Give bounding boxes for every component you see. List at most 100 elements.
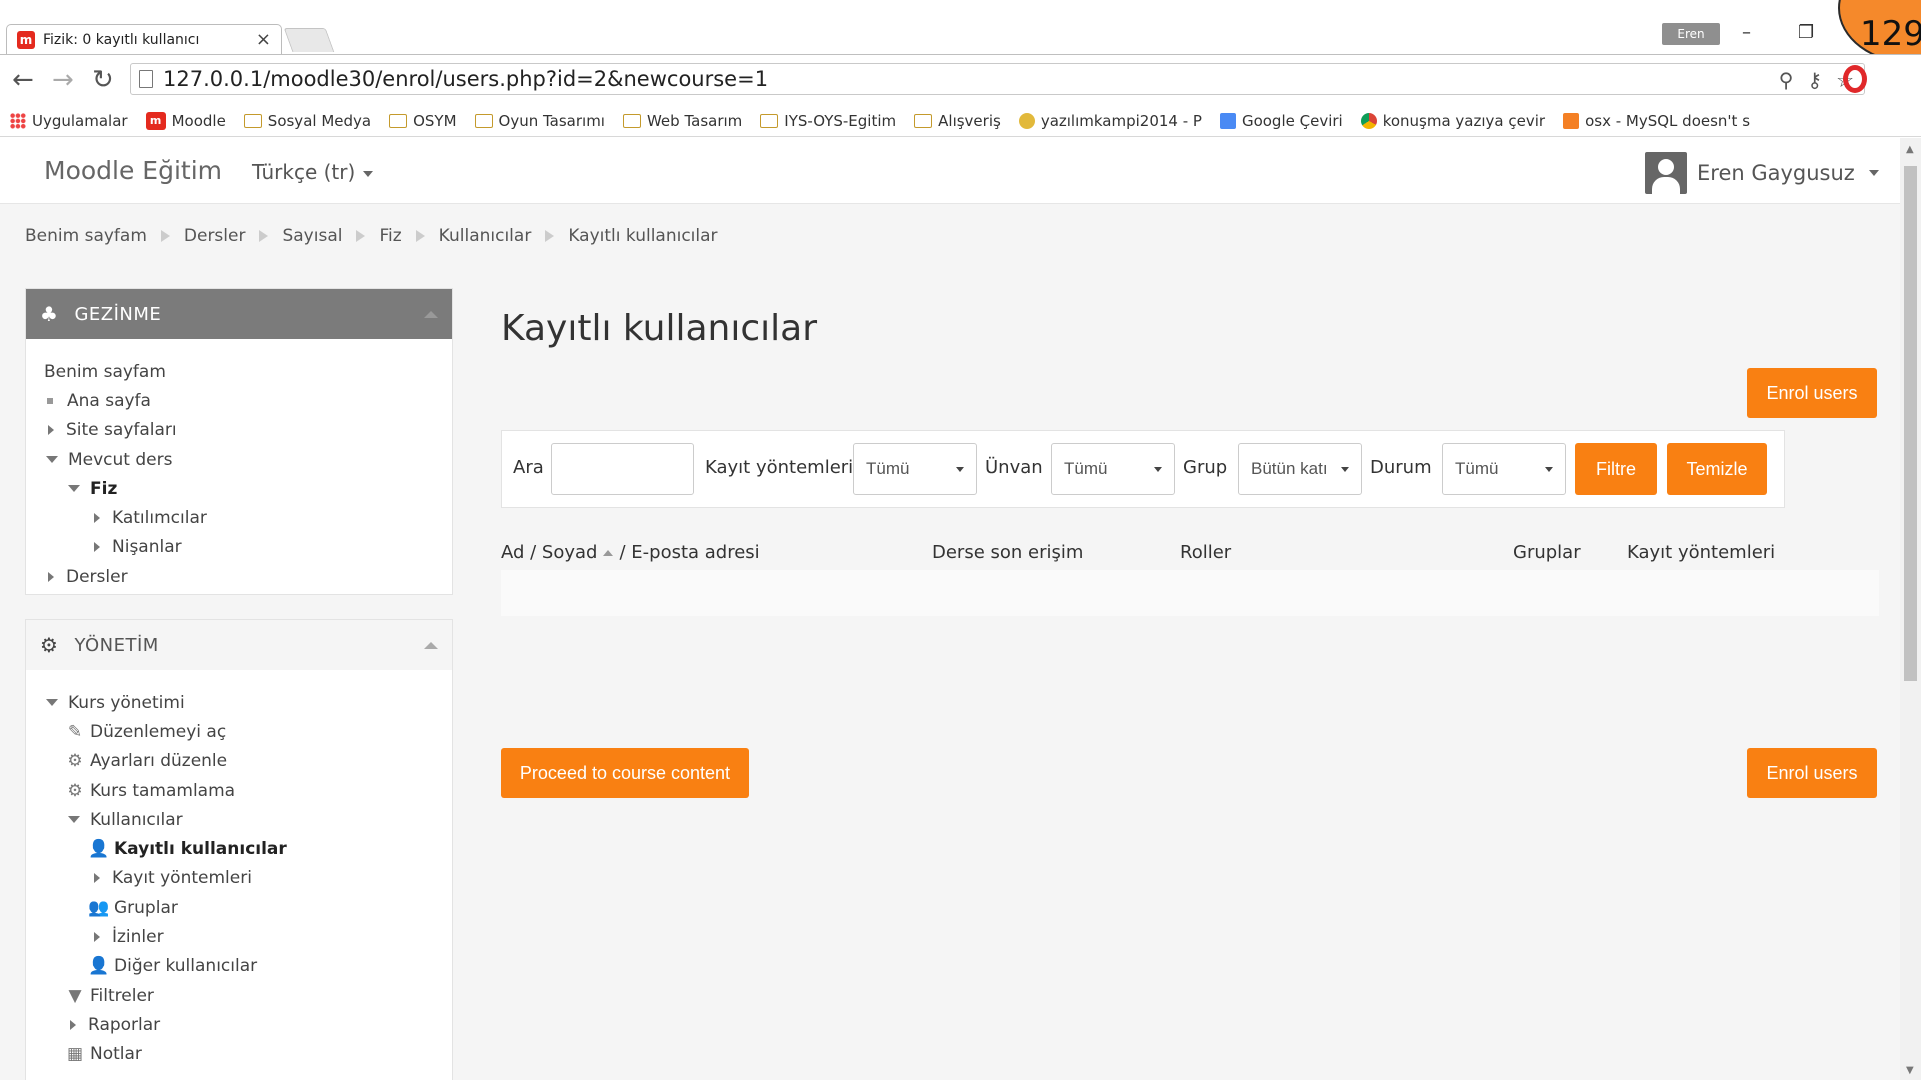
folder-icon [760,113,779,128]
proceed-to-course-button[interactable]: Proceed to course content [501,748,749,798]
expand-arrow-icon [94,932,100,943]
language-menu[interactable]: Türkçe (tr) [252,160,374,184]
column-header-name[interactable]: Ad / Soyad / E-posta adresi [501,542,760,563]
forward-arrow-icon[interactable]: → [52,65,74,95]
scroll-up-icon[interactable]: ▲ [1906,144,1914,155]
bookmark-site[interactable]: konuşma yazıya çevir [1360,112,1545,130]
bookmark-folder[interactable]: Web Tasarım [622,112,742,130]
site-favicon-icon [1018,112,1035,129]
site-brand[interactable]: Moodle Eğitim [44,156,222,185]
moodle-page: Moodle Eğitim Türkçe (tr) Eren Gaygusuz … [0,138,1900,1080]
admin-item-groups[interactable]: 👥 Gruplar [44,893,452,922]
administration-block: ⚙ YÖNETİM Kurs yönetimi ✎ Düzenlemeyi aç … [25,619,453,1080]
bookmark-site[interactable]: yazılımkampi2014 - P [1018,112,1202,130]
search-input[interactable] [551,443,694,495]
breadcrumb-item[interactable]: Benim sayfam [25,226,147,246]
page-icon [139,70,153,88]
admin-item-reports[interactable]: Raporlar [44,1010,452,1039]
select-caret-icon [1545,466,1553,472]
key-icon[interactable]: ⚷ [1807,68,1822,92]
nav-item-my-page[interactable]: Benim sayfam [44,357,452,386]
bookmark-folder[interactable]: Alışveriş [914,112,1001,130]
navigation-block-header[interactable]: ♣ GEZİNME [26,289,452,339]
breadcrumb-item[interactable]: Kullanıcılar [439,226,532,246]
role-select[interactable]: Tümü [1051,443,1175,495]
admin-item-turn-editing-on[interactable]: ✎ Düzenlemeyi aç [44,717,452,746]
nav-item-participants[interactable]: Katılımcılar [44,503,452,532]
gear-icon: ⚙ [67,751,83,772]
column-header-last-access[interactable]: Derse son erişim [932,542,1083,563]
browser-profile-chip[interactable]: Eren [1662,23,1720,45]
expand-arrow-icon [94,542,100,553]
scrollbar-thumb[interactable] [1904,166,1917,681]
bookmark-apps[interactable]: Uygulamalar [10,112,128,130]
admin-item-users[interactable]: Kullanıcılar [44,805,452,834]
window-restore-icon[interactable]: ❐ [1798,22,1814,43]
breadcrumb-separator-icon [259,230,269,242]
breadcrumb-separator-icon [356,230,366,242]
bookmark-folder[interactable]: Sosyal Medya [243,112,371,130]
user-menu[interactable]: Eren Gaygusuz [1645,152,1879,194]
user-icon: 👤 [88,839,110,860]
bookmark-site[interactable]: osx - MySQL doesn't s [1563,112,1750,130]
enrolment-method-select[interactable]: Tümü [853,443,977,495]
collapse-icon[interactable] [424,310,438,318]
bookmark-folder[interactable]: IYS-OYS-Egitim [760,112,896,130]
admin-item-course-admin[interactable]: Kurs yönetimi [44,688,452,717]
nav-item-home[interactable]: Ana sayfa [44,386,452,415]
admin-item-grades[interactable]: ▦ Notlar [44,1040,452,1069]
url-input[interactable]: 127.0.0.1/moodle30/enrol/users.php?id=2&… [130,63,1865,95]
admin-item-other-users[interactable]: 👤 Diğer kullanıcılar [44,952,452,981]
nav-item-current-course[interactable]: Mevcut ders [44,445,452,474]
browser-tab[interactable]: m Fizik: 0 kayıtlı kullanıcı × [6,24,282,54]
zoom-icon[interactable]: ⚲ [1779,68,1794,92]
enrol-users-button-top[interactable]: Enrol users [1747,368,1877,418]
breadcrumb-item-current[interactable]: Kayıtlı kullanıcılar [568,226,717,246]
bookmark-folder[interactable]: Oyun Tasarımı [474,112,605,130]
window-minimize-icon[interactable]: – [1742,22,1751,43]
clear-button[interactable]: Temizle [1667,443,1767,495]
collapse-arrow-icon [46,699,58,707]
bookmark-moodle[interactable]: m Moodle [145,111,226,130]
caret-down-icon [1868,170,1879,176]
admin-item-edit-settings[interactable]: ⚙ Ayarları düzenle [44,747,452,776]
nav-item-site-pages[interactable]: Site sayfaları [44,416,452,445]
breadcrumb-separator-icon [415,230,425,242]
gears-icon: ⚙ [40,633,59,657]
column-header-groups: Gruplar [1513,542,1581,563]
sort-ascending-icon [603,550,614,556]
tab-close-icon[interactable]: × [256,29,271,50]
opera-extension-icon[interactable] [1843,65,1867,93]
back-arrow-icon[interactable]: ← [12,65,34,95]
status-label: Durum [1370,457,1432,478]
collapse-icon[interactable] [424,641,438,649]
admin-item-enrolled-users[interactable]: 👤 Kayıtlı kullanıcılar [44,834,452,863]
bookmark-folder[interactable]: OSYM [389,112,457,130]
filter-icon: ▼ [68,985,82,1006]
nav-item-course-fiz[interactable]: Fiz [44,474,452,503]
admin-item-course-completion[interactable]: ⚙ Kurs tamamlama [44,776,452,805]
new-tab-button[interactable] [283,28,335,52]
bookmark-site[interactable]: Google Çeviri [1219,112,1343,130]
nav-item-badges[interactable]: Nişanlar [44,533,452,562]
nav-item-courses[interactable]: Dersler [44,562,452,591]
breadcrumb-separator-icon [545,230,555,242]
group-select[interactable]: Bütün katı [1238,443,1362,495]
column-header-roles: Roller [1180,542,1232,563]
admin-item-filters[interactable]: ▼ Filtreler [44,981,452,1010]
user-name: Eren Gaygusuz [1697,161,1855,185]
admin-item-permissions[interactable]: İzinler [44,922,452,951]
status-select[interactable]: Tümü [1442,443,1566,495]
breadcrumb-item[interactable]: Fiz [379,226,401,246]
scroll-down-icon[interactable]: ▼ [1906,1065,1914,1076]
address-bar-row: ← → ↻ 127.0.0.1/moodle30/enrol/users.php… [0,55,1921,105]
filter-button[interactable]: Filtre [1575,443,1657,495]
page-scrollbar[interactable]: ▲ ▼ [1900,138,1921,1080]
enrol-users-button-bottom[interactable]: Enrol users [1747,748,1877,798]
admin-item-enrolment-methods[interactable]: Kayıt yöntemleri [44,864,452,893]
administration-block-header[interactable]: ⚙ YÖNETİM [26,620,452,670]
gear-icon: ⚙ [67,780,83,801]
reload-icon[interactable]: ↻ [92,65,114,95]
breadcrumb-item[interactable]: Sayısal [282,226,342,246]
breadcrumb-item[interactable]: Dersler [184,226,246,246]
